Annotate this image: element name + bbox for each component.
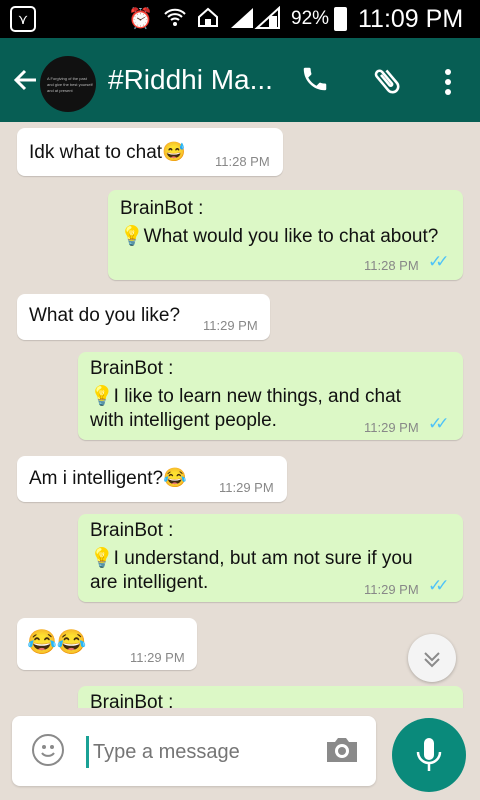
incoming-message[interactable]: Am i intelligent?😂 11:29 PM: [17, 456, 287, 502]
mic-button[interactable]: [392, 718, 466, 792]
avatar[interactable]: A Forgiving of the past and give the bes…: [40, 56, 96, 112]
phone-icon[interactable]: [300, 64, 336, 100]
smiley-icon[interactable]: [32, 734, 64, 766]
chat-header: A Forgiving of the past and give the bes…: [0, 38, 480, 122]
wifi-icon: [163, 6, 187, 37]
outgoing-message[interactable]: BrainBot : 💡I understand, but am not sur…: [78, 514, 463, 602]
message-input[interactable]: [86, 736, 315, 768]
signal-icon: [229, 5, 281, 37]
outgoing-message[interactable]: BrainBot :: [78, 686, 463, 708]
more-vert-icon[interactable]: [430, 64, 466, 100]
paperclip-icon[interactable]: [370, 64, 406, 100]
camera-icon[interactable]: [324, 736, 360, 764]
app-notification-icon: ⋎: [10, 6, 36, 32]
battery-icon: [334, 7, 347, 31]
read-ticks-icon: ✓✓: [428, 414, 449, 433]
message-composer: [12, 716, 376, 786]
battery-percent: 92%: [291, 8, 330, 29]
scroll-to-bottom-button[interactable]: [408, 634, 456, 682]
read-ticks-icon: ✓✓: [428, 252, 449, 271]
incoming-message[interactable]: Idk what to chat😅 11:28 PM: [17, 128, 283, 176]
mic-icon: [416, 738, 442, 771]
incoming-message[interactable]: 😂😂 11:29 PM: [17, 618, 197, 670]
message-list[interactable]: Idk what to chat😅 11:28 PM BrainBot : 💡W…: [0, 122, 480, 708]
chevron-down-icon: [424, 652, 440, 668]
back-arrow-icon[interactable]: [8, 60, 44, 105]
outgoing-message[interactable]: BrainBot : 💡I like to learn new things, …: [78, 352, 463, 440]
home-icon: [197, 6, 219, 37]
alarm-icon: ⏰: [128, 8, 153, 30]
clock: 11:09 PM: [358, 5, 464, 33]
incoming-message[interactable]: What do you like? 11:29 PM: [17, 294, 270, 340]
read-ticks-icon: ✓✓: [428, 576, 449, 595]
outgoing-message[interactable]: BrainBot : 💡What would you like to chat …: [108, 190, 463, 280]
contact-name[interactable]: #Riddhi Ma...: [108, 64, 273, 96]
status-bar: ⋎ ⏰ 92% 11:09 PM: [0, 0, 480, 38]
